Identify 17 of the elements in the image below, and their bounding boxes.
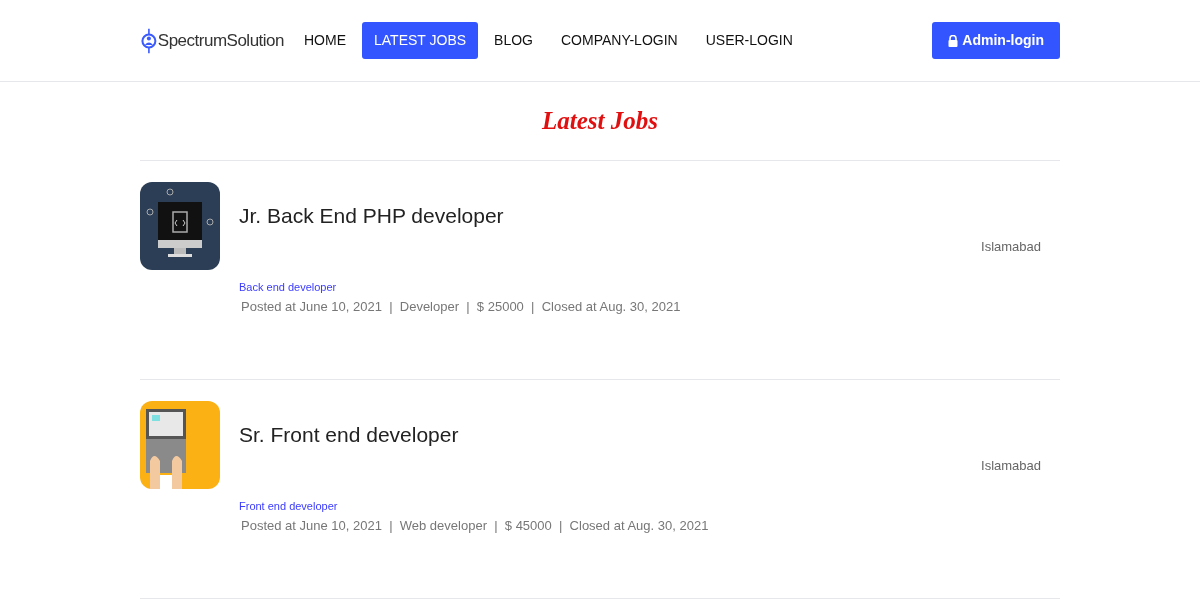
- nav-link[interactable]: BLOG: [482, 22, 545, 59]
- nav-link[interactable]: LATEST JOBS: [362, 22, 479, 59]
- job-category[interactable]: Front end developer: [239, 497, 338, 514]
- job-details: Posted at June 10, 2021 | Developer | $ 25000 | Closed at Aug. 30, 2021: [241, 298, 681, 316]
- admin-login-button[interactable]: Admin-login: [932, 22, 1060, 59]
- nav-link[interactable]: COMPANY-LOGIN: [549, 22, 690, 59]
- page-title: Latest Jobs: [542, 106, 658, 137]
- job-title[interactable]: Jr. Back End PHP developer: [239, 202, 504, 230]
- job-location: Islamabad: [981, 457, 1041, 475]
- job-details: Posted at June 10, 2021 | Web developer | $ 45000 | Closed at Aug. 30, 2021: [241, 517, 709, 535]
- nav-link[interactable]: USER-LOGIN: [693, 22, 805, 59]
- job-category[interactable]: Back end developer: [239, 278, 337, 295]
- job-title[interactable]: Sr. Front end developer: [239, 421, 459, 449]
- logo-text: SpectrumSolution: [157, 29, 284, 52]
- lock-icon: [948, 34, 959, 47]
- job-location: Islamabad: [981, 238, 1041, 256]
- nav-link[interactable]: HOME: [292, 22, 358, 59]
